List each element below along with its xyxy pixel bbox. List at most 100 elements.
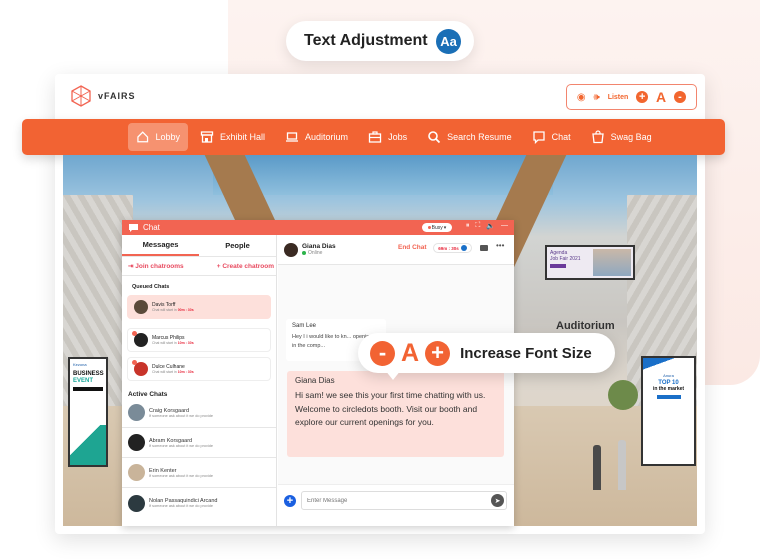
- decrease-font-button[interactable]: -: [674, 91, 687, 103]
- agenda-image: [593, 249, 631, 276]
- nav-label: Swag Bag: [610, 132, 652, 142]
- banner-subtitle: in the market: [652, 386, 685, 392]
- timer-add-icon[interactable]: [460, 245, 467, 251]
- active-chat-preview: If someone ask about it we do provide: [149, 443, 213, 448]
- business-event-banner[interactable]: Kezona BUSINESS EVENT: [68, 357, 108, 467]
- nav-label: Lobby: [155, 132, 180, 142]
- avatar: [134, 300, 148, 314]
- status-label: Busy: [431, 224, 443, 231]
- unread-badge: [132, 360, 137, 365]
- active-chat-item[interactable]: Erin Kenter If someone ask about it we do…: [122, 458, 276, 488]
- vfairs-logo-icon: [71, 85, 91, 107]
- nav-label: Exhibit Hall: [220, 132, 266, 142]
- nav-item-chat[interactable]: Chat: [524, 123, 579, 151]
- avatar: [128, 464, 145, 481]
- queued-chat-item[interactable]: Davis Torff Chat will start in 00m : 30s: [127, 295, 271, 319]
- font-size-icon: A: [656, 89, 667, 105]
- store-icon: [200, 131, 214, 143]
- avatar: [284, 242, 298, 257]
- listen-button[interactable]: Listen: [608, 94, 629, 101]
- conversation-header: Giana Dias Online End Chat 69m : 30s •••: [278, 235, 514, 265]
- speaker-icon[interactable]: 🕪: [594, 92, 600, 103]
- end-chat-button[interactable]: End Chat: [398, 244, 427, 251]
- active-chat-item[interactable]: Nolan Passaquindici Arcand If someone ask…: [122, 488, 276, 518]
- banner-brand: Kezona: [73, 362, 87, 367]
- plant: [608, 380, 638, 410]
- nav-item-search-resume[interactable]: Search Resume: [419, 123, 520, 151]
- tab-messages[interactable]: Messages: [122, 235, 199, 256]
- auditorium-sign[interactable]: Auditorium: [556, 320, 615, 332]
- nav-item-jobs[interactable]: Jobs: [360, 123, 415, 151]
- queued-chat-item[interactable]: Dulce Culhane Chat will start in 10m : 30…: [127, 357, 271, 381]
- chat-title: Chat: [143, 223, 160, 232]
- active-chat-preview: If someone ask about it we do provide: [149, 504, 213, 508]
- chat-icon: [532, 131, 545, 144]
- nav-item-auditorium[interactable]: Auditorium: [277, 123, 356, 151]
- active-chat-item[interactable]: Abram Korsgaard If someone ask about it w…: [122, 428, 276, 458]
- unread-badge: [132, 331, 137, 336]
- add-attachment-button[interactable]: +: [284, 495, 296, 507]
- font-size-callout: - A + Increase Font Size: [358, 333, 615, 373]
- avatar: [132, 331, 148, 347]
- video-call-icon[interactable]: [480, 245, 488, 251]
- send-button[interactable]: ➤: [491, 494, 504, 507]
- message-composer: + ➤: [278, 484, 514, 526]
- message-sender: Sam Lee: [292, 323, 317, 329]
- active-chat-item[interactable]: Craig Korsgaard If someone ask about it w…: [122, 398, 276, 428]
- agenda-screen[interactable]: Agenda Job Fair 2021: [545, 245, 635, 280]
- join-chatrooms-link[interactable]: ⇥ Join chatrooms: [128, 262, 184, 270]
- countdown-time: 10m : 30s: [177, 341, 194, 345]
- callout-pointer: [385, 370, 401, 380]
- chat-window: Chat Busy ▾ ⏸ ⛶ 🔈 — Messages People ⇥ Joi…: [122, 220, 514, 526]
- queued-chat-item[interactable]: Marcus Philips Chat will start in 10m : 3…: [127, 328, 271, 352]
- create-chatroom-link[interactable]: + Create chatroom: [217, 263, 274, 270]
- conversation-pane: Giana Dias Online End Chat 69m : 30s •••…: [278, 235, 514, 526]
- nav-item-lobby[interactable]: Lobby: [128, 123, 188, 151]
- chevron-down-icon: ▾: [443, 224, 447, 231]
- increase-font-button[interactable]: +: [425, 340, 451, 366]
- active-chats-heading: Active Chats: [128, 391, 168, 398]
- briefcase-icon: [368, 131, 382, 143]
- decrease-font-button[interactable]: -: [370, 340, 395, 366]
- chat-timer: 69m : 30s: [433, 243, 472, 253]
- chat-tabs: Messages People: [122, 235, 276, 257]
- nav-label: Search Resume: [447, 132, 512, 142]
- status-dot: [427, 226, 431, 229]
- countdown-prefix: Chat will start in: [152, 370, 177, 374]
- nav-label: Auditorium: [305, 132, 349, 142]
- message-text: Hi sam! we see this your first time chat…: [295, 390, 486, 427]
- eye-icon[interactable]: ◉: [577, 92, 586, 103]
- countdown-prefix: Chat will start in: [152, 308, 177, 312]
- top10-banner[interactable]: Anura TOP 10 in the market: [641, 356, 696, 466]
- countdown-prefix: Chat will start in: [152, 341, 177, 345]
- nav-item-exhibit-hall[interactable]: Exhibit Hall: [192, 123, 273, 151]
- increase-font-size-label: Increase Font Size: [460, 344, 592, 362]
- nav-item-swag-bag[interactable]: Swag Bag: [583, 123, 660, 151]
- banner-graphic: [643, 358, 694, 378]
- avatar: [128, 434, 145, 451]
- tab-people[interactable]: People: [199, 235, 276, 256]
- message-bubble: Giana Dias Hi sam! we see this your firs…: [287, 371, 504, 457]
- countdown-time: 00m : 30s: [177, 308, 194, 312]
- banner-graphic: [70, 425, 106, 465]
- font-size-icon: A: [401, 338, 420, 367]
- active-chat-preview: If someone ask about it we do provide: [149, 413, 213, 418]
- online-dot: [302, 251, 306, 255]
- status-dropdown[interactable]: Busy ▾: [422, 223, 452, 232]
- online-status: Online: [302, 250, 336, 256]
- agenda-button: [550, 264, 566, 268]
- text-adjustment-callout: Text Adjustment Aa: [286, 21, 474, 61]
- chat-list-pane: Messages People ⇥ Join chatrooms + Creat…: [122, 235, 277, 526]
- increase-font-button[interactable]: +: [636, 91, 649, 103]
- nav-label: Chat: [551, 132, 571, 142]
- visitor-figure: [593, 445, 601, 490]
- more-options-icon[interactable]: •••: [496, 241, 504, 250]
- message-input[interactable]: [301, 491, 507, 510]
- volume-icon[interactable]: 🔈: [486, 222, 495, 230]
- text-adjustment-label: Text Adjustment: [304, 32, 428, 49]
- contact-name: Giana Dias: [302, 243, 336, 250]
- minimize-icon[interactable]: —: [501, 222, 508, 230]
- pause-icon[interactable]: ⏸: [466, 222, 470, 230]
- fullscreen-icon[interactable]: ⛶: [475, 222, 480, 230]
- avatar: [128, 404, 145, 421]
